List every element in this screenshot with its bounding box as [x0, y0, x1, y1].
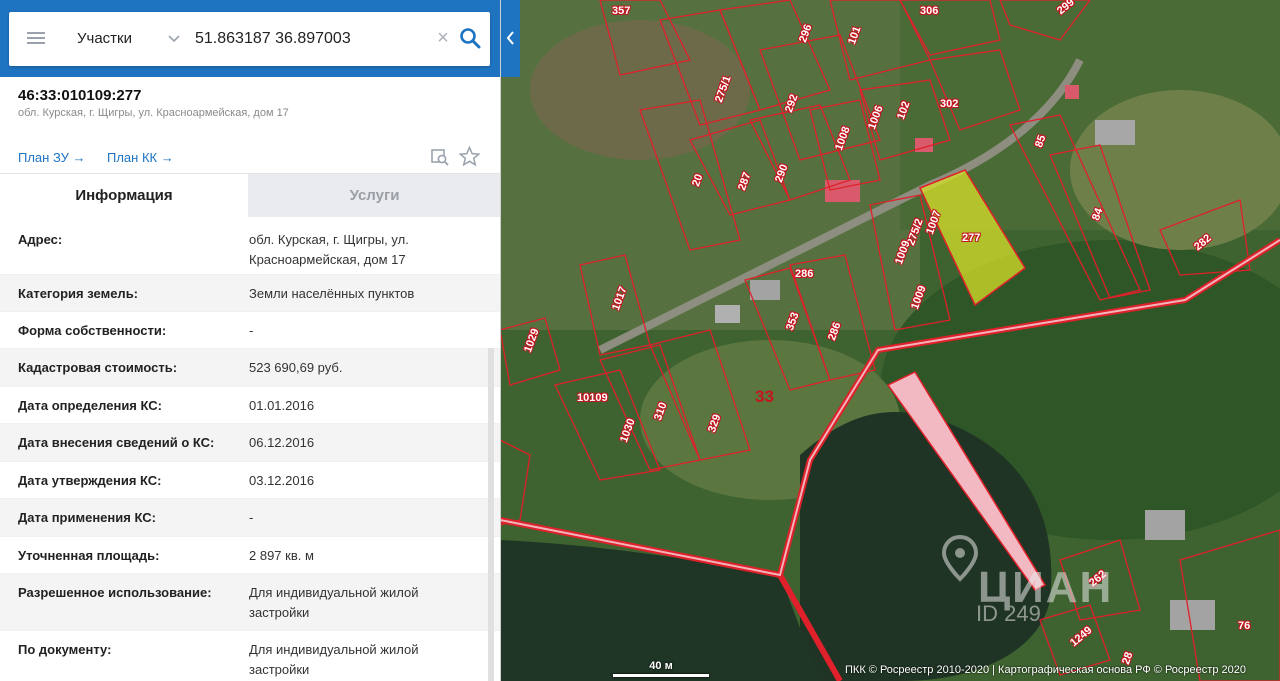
info-value: 523 690,69 руб. — [249, 360, 343, 375]
search-input[interactable] — [195, 26, 425, 52]
info-row-cadastral-value: Кадастровая стоимость: 523 690,69 руб. — [0, 349, 500, 387]
chevron-down-icon[interactable] — [167, 30, 181, 46]
info-value: обл. Курская, г. Щигры, ул. Красноармейс… — [249, 232, 409, 267]
info-table: Адрес: обл. Курская, г. Щигры, ул. Красн… — [0, 216, 500, 681]
info-label: Дата утверждения КС: — [18, 473, 162, 488]
info-row-address: Адрес: обл. Курская, г. Щигры, ул. Красн… — [0, 216, 500, 275]
parcel-label: 10109 — [577, 392, 608, 404]
info-label: Уточненная площадь: — [18, 548, 160, 563]
info-label: Категория земель: — [18, 286, 139, 301]
info-row-by-document: По документу: Для индивидуальной жилой з… — [0, 631, 500, 681]
search-box: Участки × — [9, 12, 490, 66]
parcel-address: обл. Курская, г. Щигры, ул. Красноармейс… — [18, 107, 289, 119]
info-row-date-approved: Дата утверждения КС: 03.12.2016 — [0, 462, 500, 499]
info-row-area: Уточненная площадь: 2 897 кв. м — [0, 537, 500, 574]
info-label: Кадастровая стоимость: — [18, 360, 178, 375]
info-panel: Участки × 46:33:010109:277 обл. Курская,… — [0, 0, 501, 681]
info-row-date-determined: Дата определения КС: 01.01.2016 — [0, 387, 500, 424]
info-label: Дата определения КС: — [18, 398, 162, 413]
info-row-permitted-use: Разрешенное использование: Для индивидуа… — [0, 574, 500, 631]
info-value: Для индивидуальной жилой застройки — [249, 642, 419, 677]
parcel-label: 286 — [795, 268, 814, 280]
tab-services[interactable]: Услуги — [248, 174, 500, 217]
map-attribution: ПКК © Росреестр 2010-2020 | Картографиче… — [845, 664, 1246, 676]
parcel-label: 302 — [940, 98, 959, 110]
scale-line — [613, 674, 709, 677]
plan-kk-link[interactable]: План КК → — [107, 150, 174, 165]
scale-bar: 40 м — [613, 660, 709, 680]
clear-icon[interactable]: × — [434, 28, 452, 49]
info-value: - — [249, 510, 254, 525]
search-icon[interactable] — [459, 27, 481, 49]
parcel-label: 76 — [1238, 620, 1251, 632]
tab-bar: Информация Услуги — [0, 173, 500, 217]
tab-information[interactable]: Информация — [0, 174, 248, 217]
info-value: Земли населённых пунктов — [249, 286, 415, 301]
collapse-panel-button[interactable] — [501, 0, 520, 77]
info-row-ownership: Форма собственности: - — [0, 312, 500, 349]
info-value: 03.12.2016 — [249, 473, 315, 488]
info-value: 2 897 кв. м — [249, 548, 314, 563]
scrollbar[interactable] — [488, 348, 494, 681]
cian-watermark: ЦИАН ID 249 — [940, 535, 1111, 630]
star-icon[interactable] — [459, 146, 480, 167]
watermark-id: ID 249 — [976, 601, 1041, 626]
scale-label: 40 м — [649, 660, 673, 672]
info-value: 01.01.2016 — [249, 398, 315, 413]
chevron-left-icon — [506, 31, 514, 45]
parcel-label: 357 — [612, 5, 631, 17]
info-label: Разрешенное использование: — [18, 585, 212, 600]
info-row-land-category: Категория земель: Земли населённых пункт… — [0, 275, 500, 312]
info-value: Для индивидуальной жилой застройки — [249, 585, 419, 620]
menu-icon[interactable] — [27, 29, 47, 49]
info-row-date-applied: Дата применения КС: - — [0, 499, 500, 537]
layer-select[interactable]: Участки — [77, 30, 132, 47]
cadastral-number: 46:33:010109:277 — [18, 87, 142, 104]
info-label: Форма собственности: — [18, 323, 167, 338]
parcel-label: 33 — [755, 387, 774, 406]
info-label: Дата внесения сведений о КС: — [18, 435, 215, 450]
zoom-to-parcel-icon[interactable] — [430, 147, 450, 167]
parcel-label: 277 — [962, 232, 981, 244]
info-value: 06.12.2016 — [249, 435, 315, 450]
plan-zu-link[interactable]: План ЗУ → — [18, 150, 86, 165]
info-label: Дата применения КС: — [18, 510, 156, 525]
info-row-date-entered: Дата внесения сведений о КС: 06.12.2016 — [0, 424, 500, 462]
parcel-label: 306 — [920, 5, 939, 17]
info-value: - — [249, 323, 254, 338]
info-label: Адрес: — [18, 232, 63, 247]
search-band: Участки × — [0, 0, 500, 77]
info-label: По документу: — [18, 642, 112, 657]
